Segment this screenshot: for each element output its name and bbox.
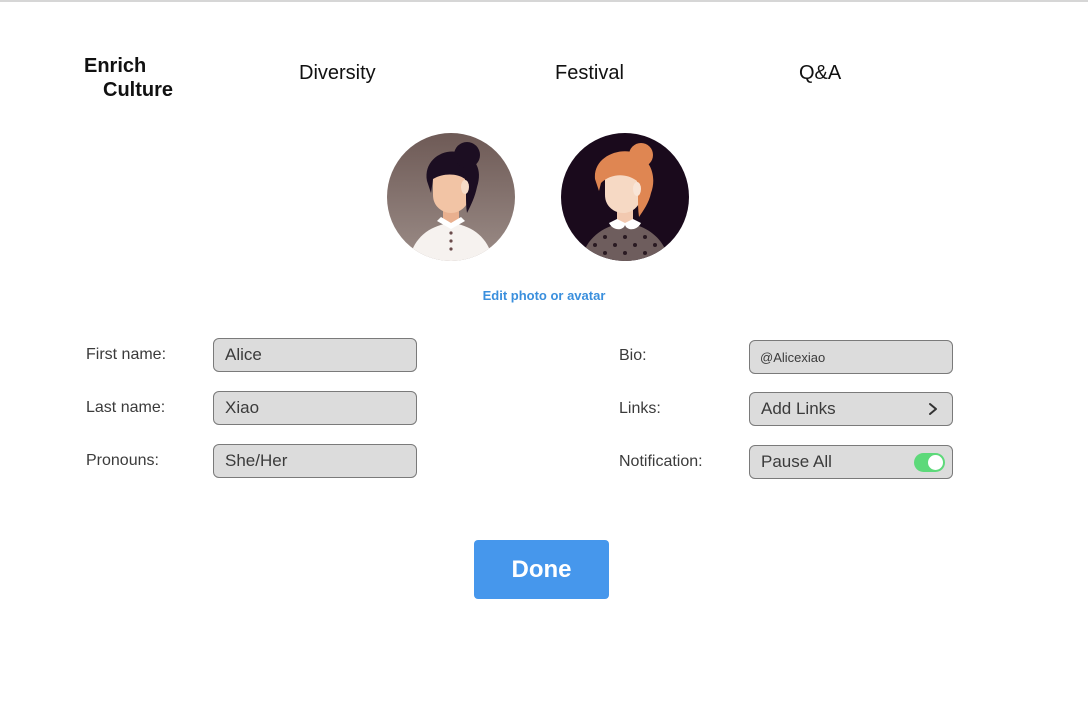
top-divider	[0, 0, 1088, 2]
pronouns-value: She/Her	[225, 451, 288, 470]
last-name-field[interactable]: Xiao	[213, 391, 417, 425]
edit-photo-link[interactable]: Edit photo or avatar	[483, 288, 606, 303]
bio-value: @Alicexiao	[760, 349, 826, 365]
first-name-value: Alice	[225, 345, 262, 364]
avatar-woman-red-hair-icon	[561, 133, 689, 261]
last-name-value: Xiao	[225, 398, 260, 417]
bio-field[interactable]: @Alicexiao	[749, 340, 953, 374]
pause-all-toggle[interactable]	[914, 453, 945, 472]
notification-value: Pause All	[761, 452, 832, 471]
edit-avatar-row: Edit photo or avatar	[0, 288, 1088, 303]
first-name-label: First name:	[86, 346, 167, 363]
nav-qa[interactable]: Q&A	[799, 62, 841, 85]
bio-label: Bio:	[619, 347, 647, 364]
nav-festival[interactable]: Festival	[555, 62, 624, 85]
chevron-right-icon	[929, 403, 937, 415]
nav-diversity[interactable]: Diversity	[299, 62, 376, 85]
avatar-option-1[interactable]	[387, 133, 515, 261]
links-label: Links:	[619, 400, 661, 417]
done-button[interactable]: Done	[474, 540, 609, 599]
notification-label: Notification:	[619, 453, 703, 470]
avatar-woman-dark-hair-icon	[387, 133, 515, 261]
first-name-field[interactable]: Alice	[213, 338, 417, 372]
notification-field: Pause All	[749, 445, 953, 479]
last-name-label: Last name:	[86, 399, 166, 416]
pronouns-label: Pronouns:	[86, 452, 159, 469]
avatar-option-2[interactable]	[561, 133, 689, 261]
logo-line-2: Culture	[103, 79, 173, 101]
pronouns-field[interactable]: She/Her	[213, 444, 417, 478]
logo-line-1: Enrich	[84, 55, 147, 77]
add-links-button[interactable]: Add Links	[749, 392, 953, 426]
links-value: Add Links	[761, 399, 836, 418]
app-logo[interactable]: Enrich Culture	[84, 54, 173, 102]
toggle-knob	[928, 455, 943, 470]
